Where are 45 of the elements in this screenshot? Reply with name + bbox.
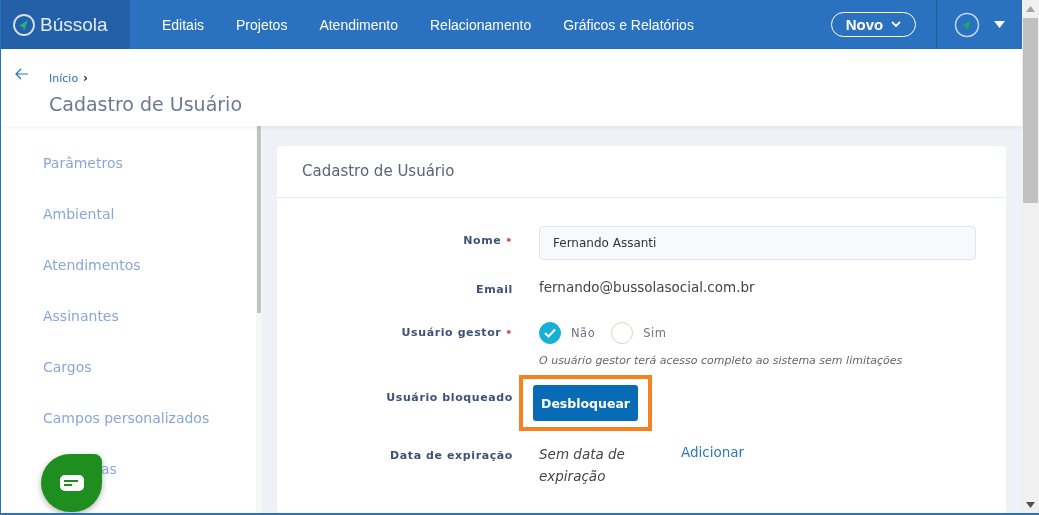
chat-icon xyxy=(58,474,85,492)
dropdown-icon[interactable] xyxy=(994,21,1005,28)
field-label: Data de expiração xyxy=(390,449,513,462)
name-field[interactable]: Fernando Assanti xyxy=(539,226,976,260)
field-label: Nome xyxy=(463,234,502,247)
nav-link[interactable]: Gráficos e Relatórios xyxy=(563,16,694,33)
hint-text: O usuário gestor terá acesso completo ao sistema sem limitações xyxy=(539,354,904,367)
chat-button[interactable] xyxy=(41,454,102,512)
scroll-down-icon[interactable] xyxy=(1026,502,1035,508)
field-label: Usuário bloqueado xyxy=(386,391,513,404)
field-label: Usuário gestor xyxy=(401,326,502,339)
field-label: Email xyxy=(476,283,513,296)
radio-button[interactable] xyxy=(611,322,634,344)
logo-text: Bússola xyxy=(40,13,108,36)
radio-label: Não xyxy=(571,326,596,340)
card-title: Cadastro de Usuário xyxy=(302,162,455,180)
sidebar-item[interactable]: Assinantes xyxy=(43,308,119,324)
back-arrow-icon[interactable] xyxy=(15,68,29,80)
radio-label: Sim xyxy=(643,326,667,340)
scrollbar-thumb[interactable] xyxy=(1023,18,1038,203)
nav-link[interactable]: Projetos xyxy=(236,16,288,33)
chevron-down-icon xyxy=(891,21,902,28)
check-icon xyxy=(544,328,556,338)
sidebar-item[interactable]: Parâmetros xyxy=(43,155,123,171)
breadcrumb-separator: › xyxy=(83,71,89,85)
page-title: Cadastro de Usuário xyxy=(49,93,242,115)
sidebar-item[interactable]: Campos personalizados xyxy=(43,410,210,426)
nav-link[interactable]: Editais xyxy=(162,16,205,33)
breadcrumb-link[interactable]: Início xyxy=(49,72,79,85)
add-link[interactable]: Adicionar xyxy=(681,443,745,487)
required-dot: • xyxy=(505,326,513,339)
avatar-icon[interactable] xyxy=(954,11,980,38)
unlock-button[interactable]: Desbloquear xyxy=(533,385,639,421)
expiration-value: Sem data de expiração xyxy=(539,445,626,486)
nav-link[interactable]: Atendimento xyxy=(319,16,398,33)
scrollbar-thumb[interactable] xyxy=(257,126,261,313)
scroll-up-icon[interactable] xyxy=(1026,6,1035,12)
radio-button[interactable] xyxy=(539,322,561,344)
required-dot: • xyxy=(505,234,513,247)
sidebar-item[interactable]: Cargos xyxy=(43,359,92,375)
email-value: fernando@bussolasocial.com.br xyxy=(539,278,756,295)
nav-link[interactable]: Relacionamento xyxy=(430,16,532,33)
sidebar-item[interactable]: as xyxy=(101,461,117,477)
compass-logo-icon xyxy=(12,12,36,37)
sidebar-item[interactable]: Atendimentos xyxy=(43,257,141,273)
